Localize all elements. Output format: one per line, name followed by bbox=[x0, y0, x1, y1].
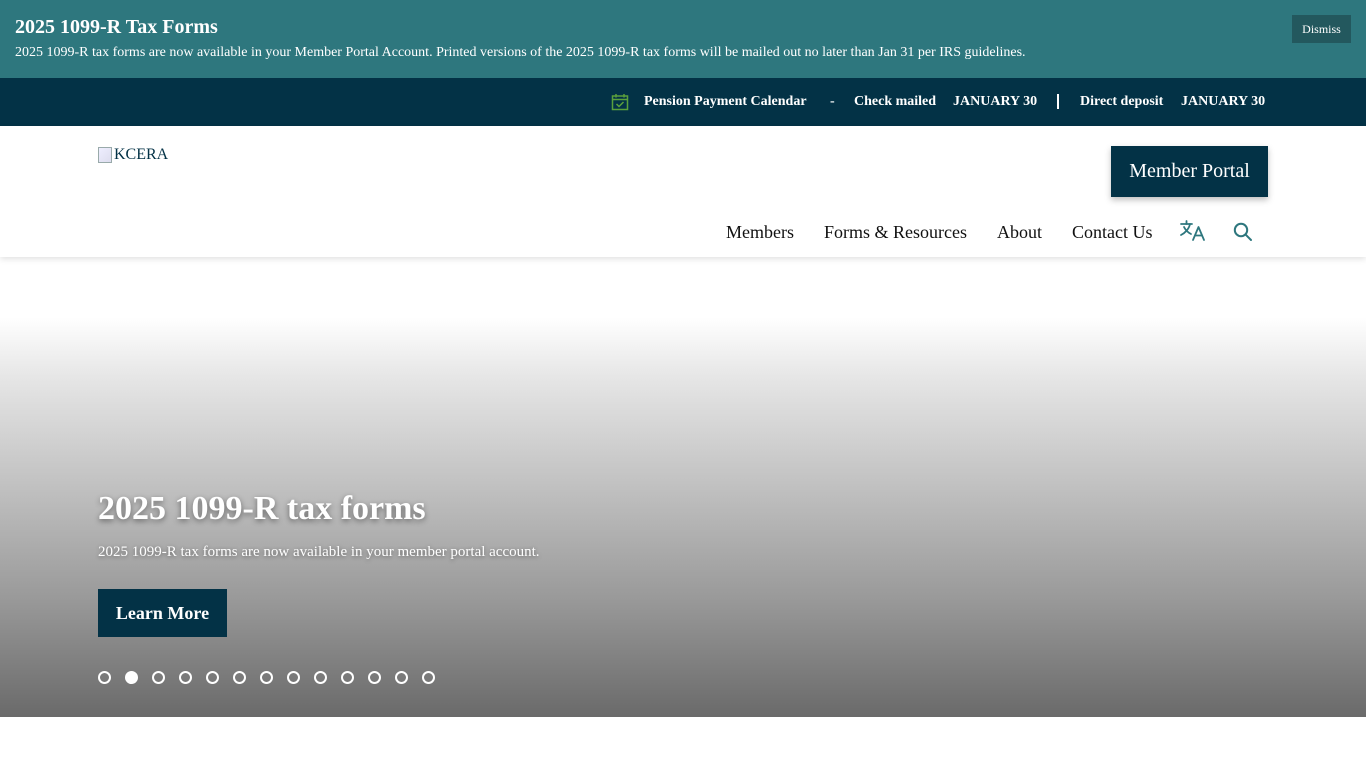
slider-dot[interactable] bbox=[314, 671, 327, 684]
learn-more-button[interactable]: Learn More bbox=[98, 589, 227, 637]
direct-deposit-label: Direct deposit bbox=[1080, 94, 1164, 109]
nav-members[interactable]: Members bbox=[726, 221, 794, 243]
slider-dot[interactable] bbox=[152, 671, 165, 684]
dismiss-button[interactable]: Dismiss bbox=[1292, 15, 1351, 43]
pension-payment-bar: Pension Payment Calendar - Check mailed … bbox=[0, 78, 1366, 126]
nav-forms-resources[interactable]: Forms & Resources bbox=[824, 221, 967, 243]
slider-dot[interactable] bbox=[395, 671, 408, 684]
nav-about[interactable]: About bbox=[997, 221, 1042, 243]
pension-calendar-label[interactable]: Pension Payment Calendar bbox=[644, 94, 807, 110]
hero-title: 2025 1099-R tax forms bbox=[98, 490, 426, 527]
slider-dot[interactable] bbox=[233, 671, 246, 684]
logo-alt-text: KCERA bbox=[114, 146, 169, 163]
search-icon[interactable] bbox=[1233, 222, 1253, 242]
broken-image-icon bbox=[98, 147, 112, 163]
slider-dot[interactable] bbox=[341, 671, 354, 684]
translate-icon[interactable] bbox=[1180, 220, 1206, 242]
hero-slider: 2025 1099-R tax forms 2025 1099-R tax fo… bbox=[0, 257, 1366, 717]
direct-deposit-date: JANUARY 30 bbox=[1181, 94, 1266, 109]
nav-contact-us[interactable]: Contact Us bbox=[1072, 221, 1153, 243]
alert-title: 2025 1099-R Tax Forms bbox=[15, 16, 218, 38]
alert-banner: 2025 1099-R Tax Forms 2025 1099-R tax fo… bbox=[0, 0, 1366, 78]
slider-dot[interactable] bbox=[179, 671, 192, 684]
check-mailed-label: Check mailed bbox=[854, 94, 937, 109]
check-mailed-date: JANUARY 30 bbox=[953, 94, 1038, 109]
slider-dot[interactable] bbox=[422, 671, 435, 684]
member-portal-button[interactable]: Member Portal bbox=[1111, 146, 1268, 197]
hero-description: 2025 1099-R tax forms are now available … bbox=[98, 544, 540, 560]
slider-dot[interactable] bbox=[368, 671, 381, 684]
slider-dot[interactable] bbox=[206, 671, 219, 684]
pension-separator: - bbox=[830, 94, 835, 109]
slider-dot[interactable] bbox=[260, 671, 273, 684]
site-header: KCERA Member Portal Members Forms & Reso… bbox=[0, 126, 1366, 257]
alert-message: 2025 1099-R tax forms are now available … bbox=[15, 45, 1026, 60]
kcera-logo[interactable]: KCERA bbox=[98, 146, 168, 164]
slider-dot[interactable] bbox=[125, 671, 138, 684]
calendar-check-icon bbox=[611, 94, 629, 111]
slider-dot[interactable] bbox=[287, 671, 300, 684]
slider-dot[interactable] bbox=[98, 671, 111, 684]
pension-divider bbox=[1057, 94, 1059, 109]
